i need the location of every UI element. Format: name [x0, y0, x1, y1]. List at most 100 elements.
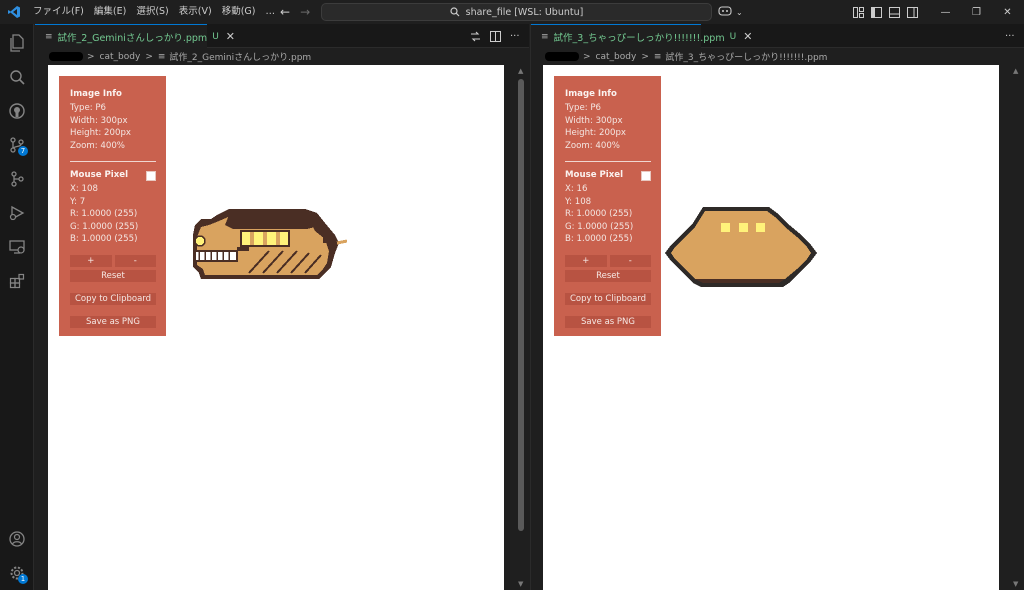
editor-group-left: ≡ 試作_2_Geminiさんしっかり.ppm U ✕ ··· > cat_bo… [35, 24, 529, 590]
image-zoom: Zoom: 400% [70, 140, 125, 151]
zoom-in-button[interactable]: + [70, 255, 112, 268]
back-arrow-icon[interactable]: ← [280, 5, 290, 19]
mouse-x: X: 16 [565, 184, 588, 195]
command-center[interactable]: share_file [WSL: Ubuntu] [321, 3, 712, 21]
remote-explorer-icon[interactable] [0, 230, 34, 264]
image-type: Type: P6 [70, 103, 107, 114]
search-icon [450, 7, 460, 17]
mouse-y: Y: 7 [70, 196, 86, 207]
breadcrumb: > cat_body > ≡ 試作_3_ちゃっぴーしっかり!!!!!!!.ppm [531, 48, 1024, 65]
toggle-sidebar-icon[interactable] [871, 6, 882, 18]
pixel-g: G: 1.0000 (255) [565, 221, 634, 232]
image-zoom: Zoom: 400% [565, 140, 620, 151]
mouse-pixel-title: Mouse Pixel [70, 170, 129, 181]
zoom-in-button[interactable]: + [565, 255, 607, 268]
pixel-color-swatch [146, 171, 156, 182]
pixel-color-swatch [641, 171, 651, 182]
tab-bar: ≡ 試作_3_ちゃっぴーしっかり!!!!!!!.ppm U ✕ ··· [531, 24, 1024, 48]
close-icon[interactable]: ✕ [226, 30, 235, 43]
save-as-png-button[interactable]: Save as PNG [565, 316, 651, 329]
github-icon[interactable] [0, 94, 34, 128]
bus-sprite-image [665, 207, 817, 287]
zoom-out-button[interactable]: - [114, 255, 156, 268]
copilot-icon[interactable] [718, 5, 732, 20]
close-icon[interactable]: ✕ [743, 30, 752, 43]
copy-to-clipboard-button[interactable]: Copy to Clipboard [565, 293, 651, 306]
more-actions-icon[interactable]: ··· [1005, 31, 1015, 42]
reset-button[interactable]: Reset [565, 270, 651, 283]
pixel-r: R: 1.0000 (255) [70, 209, 138, 220]
tab-file-3[interactable]: ≡ 試作_3_ちゃっぴーしっかり!!!!!!!.ppm U ✕ [531, 24, 752, 48]
image-info-title: Image Info [70, 89, 122, 99]
tab-bar: ≡ 試作_2_Geminiさんしっかり.ppm U ✕ ··· [35, 24, 529, 48]
editor-group-right: ≡ 試作_3_ちゃっぴーしっかり!!!!!!!.ppm U ✕ ··· > ca… [530, 24, 1024, 590]
redacted-path [49, 52, 83, 61]
divider [70, 161, 156, 163]
vertical-scrollbar[interactable]: ▲ ▼ [1010, 65, 1024, 590]
image-viewer-canvas[interactable]: Image Info Type: P6 Width: 300px Height:… [543, 65, 999, 590]
restore-icon[interactable]: ❐ [961, 7, 992, 18]
file-lines-icon: ≡ [45, 31, 53, 42]
breadcrumb: > cat_body > ≡ 試作_2_Geminiさんしっかり.ppm [35, 48, 529, 65]
pixel-b: B: 1.0000 (255) [565, 234, 633, 245]
file-lines-icon: ≡ [157, 51, 166, 62]
menu-more[interactable]: … [260, 0, 280, 24]
customize-layout-icon[interactable] [853, 6, 864, 18]
branches-icon[interactable] [0, 162, 34, 196]
reset-button[interactable]: Reset [70, 270, 156, 283]
menu-go[interactable]: 移動(G) [217, 0, 261, 24]
breadcrumb-file[interactable]: 試作_3_ちゃっぴーしっかり!!!!!!!.ppm [665, 50, 827, 63]
pixel-r: R: 1.0000 (255) [565, 209, 633, 220]
chevron-down-icon[interactable]: ⌄ [736, 8, 743, 17]
pixel-b: B: 1.0000 (255) [70, 234, 138, 245]
image-viewer-canvas[interactable]: Image Info Type: P6 Width: 300px Height:… [48, 65, 504, 590]
image-width: Width: 300px [565, 115, 623, 126]
mouse-x: X: 108 [70, 184, 98, 195]
save-as-png-button[interactable]: Save as PNG [70, 316, 156, 329]
mouse-pixel-title: Mouse Pixel [565, 170, 624, 181]
zoom-out-button[interactable]: - [609, 255, 651, 268]
vertical-scrollbar[interactable]: ▲ ▼ [515, 65, 529, 590]
extensions-icon[interactable] [0, 264, 34, 298]
title-bar: ファイル(F) 編集(E) 選択(S) 表示(V) 移動(G) … ← → sh… [0, 0, 1024, 24]
image-info-title: Image Info [565, 89, 617, 99]
toggle-secondary-sidebar-icon[interactable] [907, 6, 918, 18]
copy-to-clipboard-button[interactable]: Copy to Clipboard [70, 293, 156, 306]
run-debug-icon[interactable] [0, 196, 34, 230]
breadcrumb-folder[interactable]: cat_body [596, 52, 637, 62]
breadcrumb-folder[interactable]: cat_body [100, 52, 141, 62]
file-lines-icon: ≡ [541, 31, 549, 42]
scroll-thumb[interactable] [518, 79, 524, 531]
scroll-down-icon[interactable]: ▼ [518, 580, 523, 588]
menu-edit[interactable]: 編集(E) [89, 0, 131, 24]
untracked-flag: U [729, 31, 737, 42]
menu-file[interactable]: ファイル(F) [28, 0, 89, 24]
scroll-up-icon[interactable]: ▲ [518, 67, 523, 75]
minimize-icon[interactable]: — [930, 7, 961, 18]
image-info-panel: Image Info Type: P6 Width: 300px Height:… [59, 76, 166, 336]
close-window-icon[interactable]: ✕ [992, 7, 1023, 18]
account-icon[interactable] [0, 522, 34, 556]
tab-label: 試作_2_Geminiさんしっかり.ppm [57, 32, 208, 44]
tab-file-2[interactable]: ≡ 試作_2_Geminiさんしっかり.ppm U ✕ [35, 24, 235, 48]
source-control-icon[interactable]: 7 [0, 128, 34, 162]
scroll-down-icon[interactable]: ▼ [1013, 580, 1018, 588]
search-view-icon[interactable] [0, 60, 34, 94]
explorer-icon[interactable] [0, 26, 34, 60]
divider [565, 161, 651, 163]
menu-view[interactable]: 表示(V) [174, 0, 217, 24]
scroll-up-icon[interactable]: ▲ [1013, 67, 1018, 75]
breadcrumb-file[interactable]: 試作_2_Geminiさんしっかり.ppm [169, 50, 311, 63]
toggle-panel-icon[interactable] [889, 6, 900, 18]
settings-gear-icon[interactable]: 1 [0, 556, 34, 590]
command-center-label: share_file [WSL: Ubuntu] [465, 6, 584, 18]
untracked-flag: U [212, 31, 219, 42]
more-actions-icon[interactable]: ··· [510, 31, 520, 42]
forward-arrow-icon[interactable]: → [300, 5, 310, 19]
image-height: Height: 200px [70, 128, 131, 139]
menu-selection[interactable]: 選択(S) [131, 0, 173, 24]
compare-changes-icon[interactable] [470, 31, 481, 42]
source-control-badge: 7 [18, 146, 28, 156]
split-editor-icon[interactable] [490, 30, 501, 42]
file-lines-icon: ≡ [653, 51, 662, 62]
